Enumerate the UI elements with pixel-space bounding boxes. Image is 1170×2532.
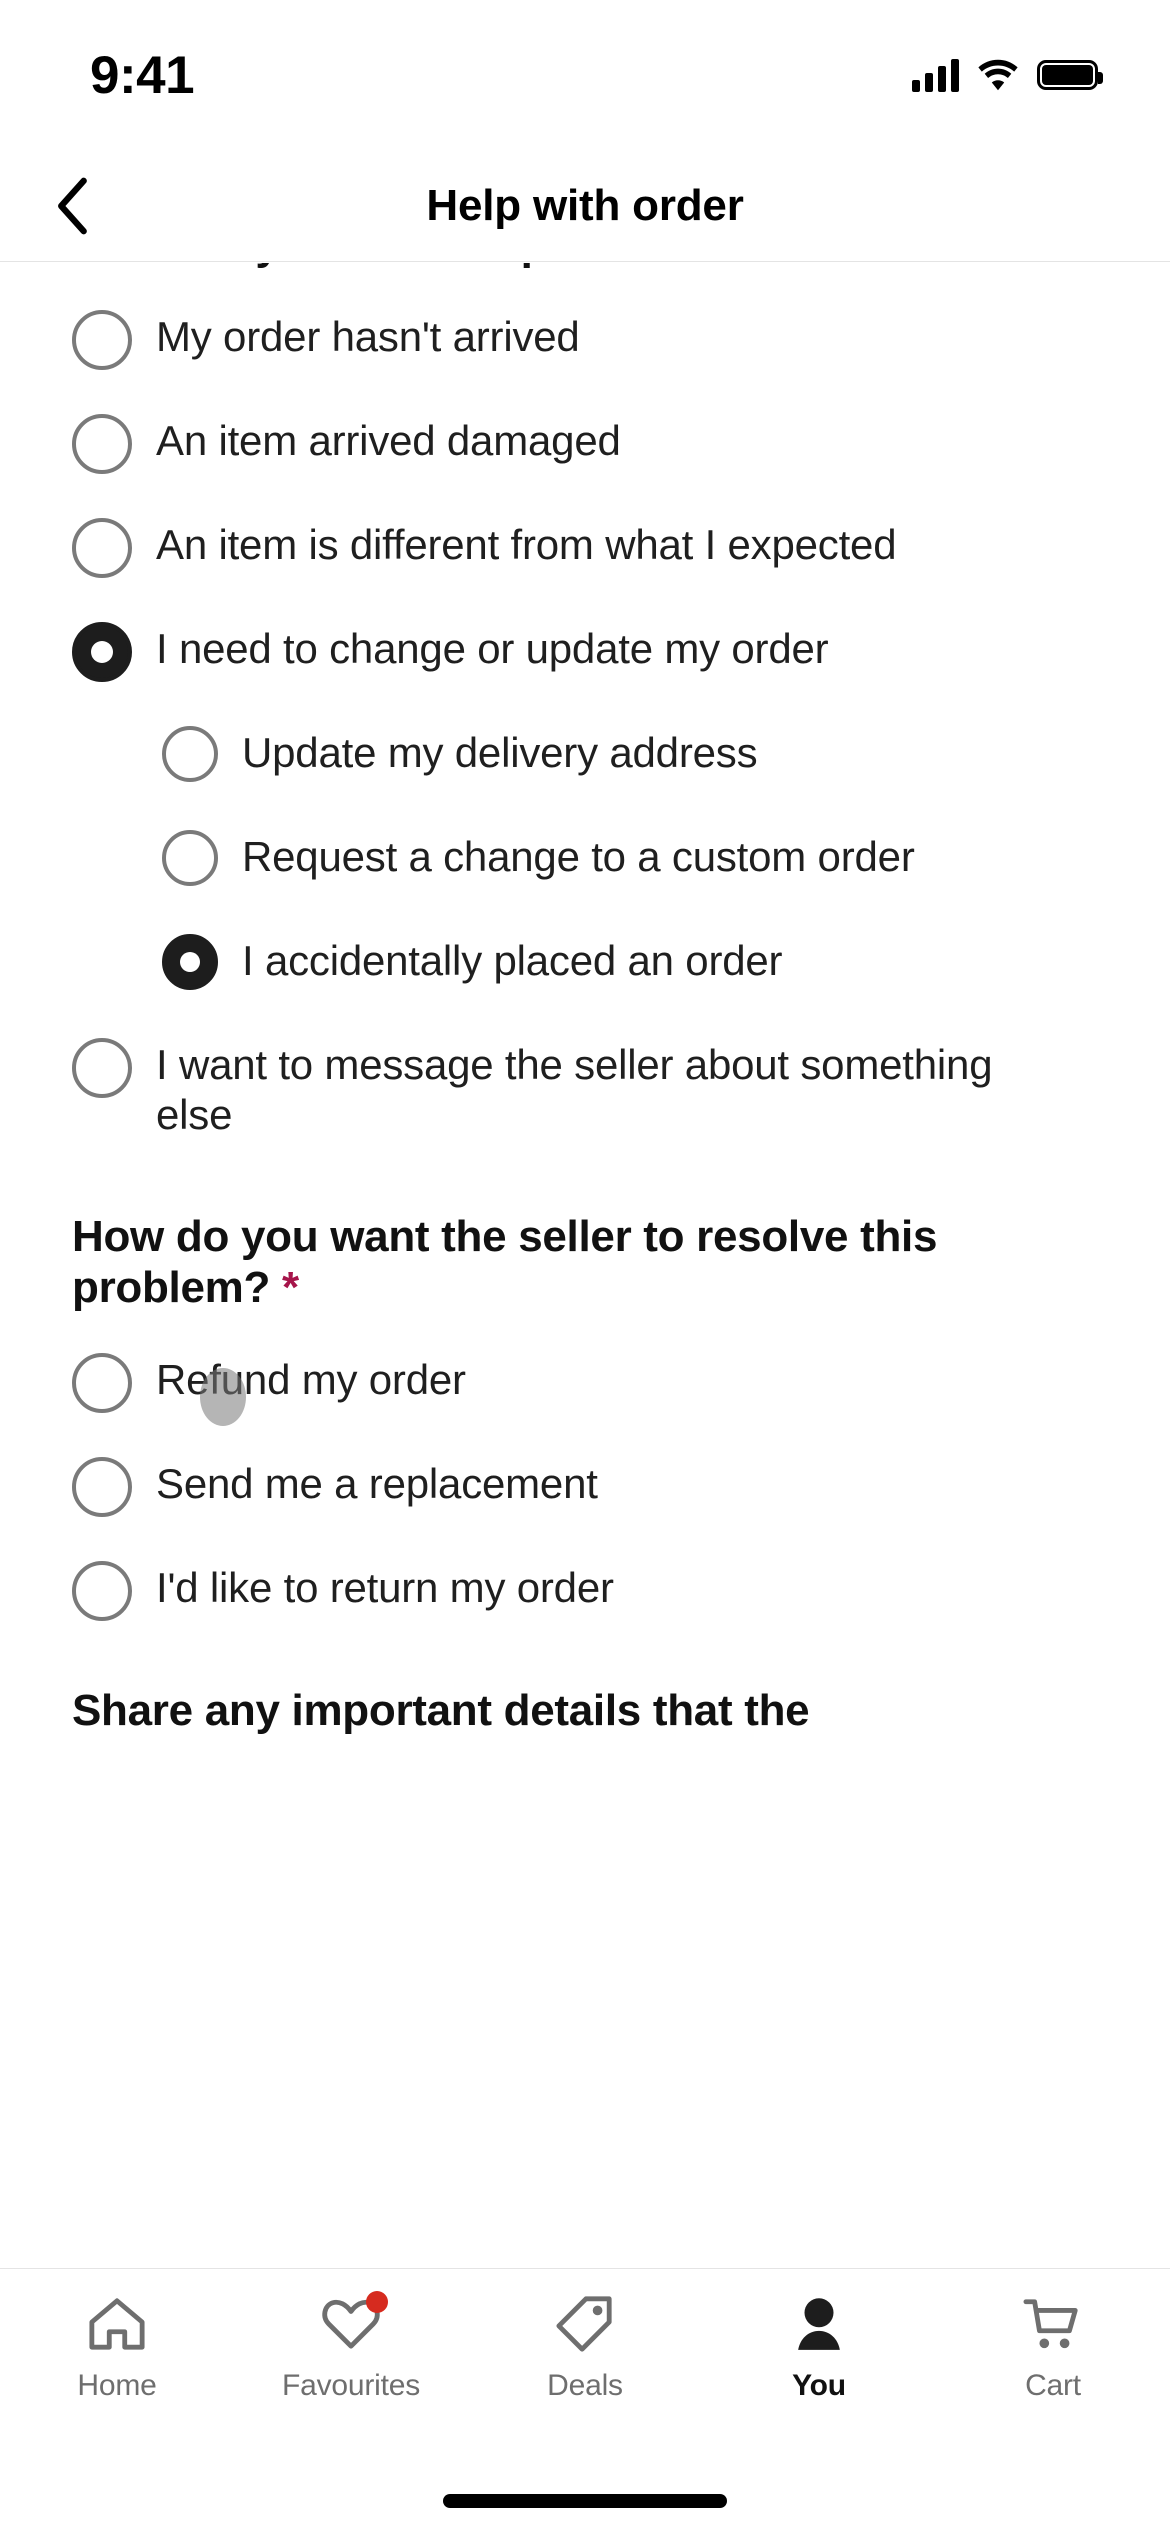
tab-label: You (792, 2369, 846, 2402)
radio-option-refund[interactable]: Refund my order (72, 1333, 1098, 1437)
cart-icon (1022, 2291, 1084, 2357)
question-1-options: My order hasn't arrived An item arrived … (72, 290, 1098, 1159)
radio-suboption-update-address[interactable]: Update my delivery address (72, 706, 1098, 810)
radio-option-label: I'd like to return my order (156, 1563, 614, 1611)
tab-label: Home (77, 2369, 157, 2402)
radio-icon[interactable] (162, 830, 218, 887)
radio-option-label: An item is different from what I expecte… (156, 521, 897, 569)
radio-icon[interactable] (72, 310, 132, 371)
status-bar: 9:41 (0, 0, 1170, 150)
question-2-title: How do you want the seller to resolve th… (72, 1211, 1098, 1313)
radio-suboption-label: Request a change to a custom order (242, 833, 915, 881)
radio-option-item-damaged[interactable]: An item arrived damaged (72, 394, 1098, 498)
battery-full-icon (1037, 60, 1103, 90)
radio-icon-selected[interactable] (162, 934, 218, 991)
notification-badge-dot (366, 2291, 388, 2313)
radio-suboption-custom-order-change[interactable]: Request a change to a custom order (72, 810, 1098, 914)
form-content: What do you need help with? My order has… (0, 263, 1170, 1736)
tab-label: Cart (1025, 2369, 1081, 2402)
radio-suboption-label: Update my delivery address (242, 729, 758, 777)
radio-suboption-label: I accidentally placed an order (242, 937, 783, 985)
radio-option-label: An item arrived damaged (156, 417, 621, 465)
radio-option-label: My order hasn't arrived (156, 313, 580, 361)
radio-icon[interactable] (72, 1560, 132, 1621)
form-scroll-area[interactable]: What do you need help with? My order has… (0, 263, 1170, 2268)
radio-option-order-not-arrived[interactable]: My order hasn't arrived (72, 290, 1098, 394)
question-2-text: How do you want the seller to resolve th… (72, 1211, 938, 1312)
status-bar-indicators (912, 58, 1103, 92)
radio-suboption-accidental-order[interactable]: I accidentally placed an order (72, 914, 1098, 1018)
back-button[interactable] (22, 150, 122, 262)
radio-icon[interactable] (72, 518, 132, 579)
radio-icon[interactable] (72, 1352, 132, 1413)
radio-option-label: I need to change or update my order (156, 625, 829, 673)
radio-option-return[interactable]: I'd like to return my order (72, 1541, 1098, 1645)
tab-label: Deals (547, 2369, 623, 2402)
radio-icon[interactable] (72, 1038, 132, 1099)
tab-home[interactable]: Home (0, 2291, 234, 2459)
app-screen: 9:41 Help with order What do you need he… (0, 0, 1170, 2532)
tab-label: Favourites (281, 2369, 421, 2402)
radio-icon[interactable] (72, 414, 132, 475)
chevron-left-icon (54, 177, 90, 235)
home-icon (86, 2291, 148, 2357)
question-2-options: Refund my order Send me a replacement I'… (72, 1333, 1098, 1645)
radio-option-item-different[interactable]: An item is different from what I expecte… (72, 498, 1098, 602)
cellular-bars-icon (912, 58, 959, 92)
radio-option-label: Refund my order (156, 1355, 466, 1403)
radio-option-label: I want to message the seller about somet… (156, 1041, 993, 1139)
tab-cart[interactable]: Cart (936, 2291, 1170, 2459)
radio-icon[interactable] (72, 1456, 132, 1517)
status-bar-time: 9:41 (90, 45, 195, 105)
radio-icon-selected[interactable] (72, 622, 132, 683)
tag-icon (554, 2291, 616, 2357)
radio-option-change-order[interactable]: I need to change or update my order (72, 602, 1098, 706)
home-indicator (443, 2494, 727, 2508)
tab-you[interactable]: You (702, 2291, 936, 2459)
radio-icon[interactable] (162, 726, 218, 783)
radio-option-label: Send me a replacement (156, 1459, 598, 1507)
page-title: Help with order (426, 180, 744, 230)
tab-deals[interactable]: Deals (468, 2291, 702, 2459)
radio-option-replacement[interactable]: Send me a replacement (72, 1437, 1098, 1541)
heart-icon (320, 2291, 388, 2357)
tab-favourites[interactable]: Favourites (234, 2291, 468, 2459)
person-icon (790, 2291, 848, 2357)
wifi-icon (977, 58, 1019, 92)
question-1-title: What do you need help with? (72, 263, 1098, 270)
nav-bar: Help with order (0, 150, 1170, 262)
required-asterisk: * (282, 1262, 299, 1312)
radio-option-message-seller[interactable]: I want to message the seller about somet… (72, 1018, 1098, 1159)
bottom-tab-bar: Home Favourites Deals You Cart (0, 2268, 1170, 2532)
question-3-title: Share any important details that the (72, 1685, 810, 1735)
